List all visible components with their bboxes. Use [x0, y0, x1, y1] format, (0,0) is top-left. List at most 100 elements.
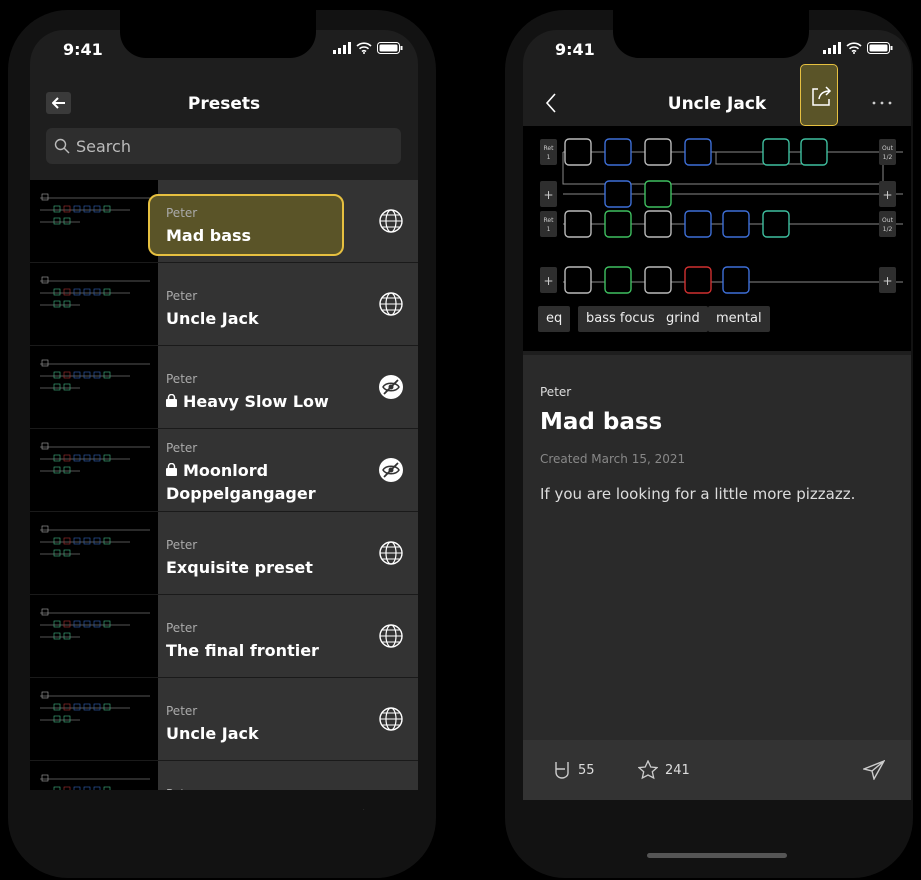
wifi-icon	[356, 42, 372, 54]
preset-info: Peter Uncle Jack	[158, 263, 418, 345]
block-wave	[762, 210, 790, 238]
detail-screen: Uncle Jack Ret 1 Out 1/2 + + Ret 1 Out 1/2 + + eq b…	[523, 30, 911, 810]
preset-detail: Peter Mad bass Created March 15, 2021 If…	[523, 355, 911, 740]
plus-label: +	[882, 188, 892, 202]
page-title: Uncle Jack	[667, 94, 767, 114]
block-target	[722, 210, 750, 238]
ret-number: 1	[547, 226, 551, 233]
preset-name: Uncle Jack	[166, 722, 366, 745]
preset-info: Peter Uncle Jack	[158, 678, 418, 760]
block-sliders	[604, 180, 632, 208]
status-time: 9:41	[63, 40, 103, 59]
block-eq	[564, 210, 592, 238]
profile-icon[interactable]	[80, 808, 112, 810]
out-box	[879, 211, 896, 237]
preset-name: Moonlord Doppelgangager	[166, 459, 366, 505]
globe-icon[interactable]	[378, 623, 404, 649]
plus-label: +	[882, 274, 892, 288]
search-input[interactable]	[76, 136, 376, 156]
globe-icon[interactable]	[378, 208, 404, 234]
preset-row[interactable]: Peter Heavy Slow Low	[30, 346, 418, 429]
home-indicator	[647, 853, 787, 858]
globe-icon[interactable]	[378, 540, 404, 566]
signal-icon	[823, 42, 841, 54]
battery-icon	[867, 42, 893, 54]
send-icon[interactable]	[863, 760, 885, 780]
globe-icon[interactable]	[378, 291, 404, 317]
block-window	[684, 266, 712, 294]
preset-name: Heavy Slow Low	[166, 390, 366, 413]
hidden-icon[interactable]	[378, 374, 404, 400]
preset-thumbnail	[30, 595, 158, 677]
preset-author: Peter	[166, 441, 198, 455]
author: Peter	[540, 385, 572, 399]
search-icon[interactable]	[215, 808, 247, 810]
preset-author: Peter	[166, 206, 198, 220]
chain-thumbnail-graphic	[40, 691, 150, 723]
preset-row[interactable]: Peter Exquisite preset	[30, 512, 418, 595]
block-comp	[644, 266, 672, 294]
preset-author: Peter	[166, 289, 198, 303]
preset-row[interactable]: Peter Moonlord Doppelgangager	[30, 429, 418, 512]
lightning-icon[interactable]	[345, 808, 377, 810]
preset-thumbnail	[30, 263, 158, 345]
notch	[120, 10, 316, 58]
tag-chip[interactable]: mental	[708, 306, 770, 332]
share-icon[interactable]	[809, 84, 833, 108]
block-wave	[800, 138, 828, 166]
search-bar[interactable]	[46, 128, 401, 164]
preset-thumbnail	[30, 678, 158, 760]
block-wave	[762, 138, 790, 166]
created-date: Created March 15, 2021	[540, 452, 686, 466]
preset-thumbnail	[30, 429, 158, 511]
ret-box	[540, 211, 557, 237]
more-icon[interactable]	[871, 100, 893, 106]
tag-chip[interactable]: bass focus	[578, 306, 663, 332]
star-icon	[638, 760, 658, 780]
page-title: Presets	[187, 94, 261, 114]
out-number: 1/2	[883, 154, 893, 161]
block-eq	[564, 266, 592, 294]
preset-name: Mad bass	[166, 224, 366, 247]
wifi-icon	[846, 42, 862, 54]
globe-icon[interactable]	[378, 706, 404, 732]
preset-name-text: Moonlord Doppelgangager	[166, 461, 316, 503]
preset-name: Exquisite preset	[166, 556, 366, 579]
chain-thumbnail-graphic	[40, 442, 150, 474]
block-sliders	[604, 138, 632, 166]
chain-thumbnail-graphic	[40, 276, 150, 308]
block-comp	[644, 138, 672, 166]
preset-name: Uncle Jack	[166, 307, 366, 330]
preset-row[interactable]: Peter Mad bass	[30, 180, 418, 263]
preset-row[interactable]: Peter The final frontier	[30, 595, 418, 678]
preset-author: Peter	[166, 372, 198, 386]
out-label: Out	[882, 145, 894, 152]
like-count: 55	[578, 762, 595, 778]
preset-info: Peter Exquisite preset	[158, 512, 418, 594]
preset-name-text: Uncle Jack	[166, 309, 259, 328]
preset-name-text: Exquisite preset	[166, 558, 313, 577]
action-bar: 55 241	[523, 740, 911, 800]
star-button[interactable]: 241	[638, 760, 690, 780]
preset-info: Peter Mad bass	[148, 180, 418, 262]
preset-row[interactable]: Peter Uncle Jack	[30, 678, 418, 761]
preset-author: Peter	[166, 538, 198, 552]
block-sliders	[684, 210, 712, 238]
chain-thumbnail-graphic	[40, 359, 150, 391]
hidden-icon[interactable]	[378, 457, 404, 483]
chain-thumbnail-graphic	[40, 608, 150, 640]
ret-box	[540, 139, 557, 165]
signal-icon	[333, 42, 351, 54]
like-button[interactable]: 55	[553, 760, 595, 780]
block-target	[684, 138, 712, 166]
plus-label: +	[543, 274, 553, 288]
out-label: Out	[882, 217, 894, 224]
notch	[613, 10, 809, 58]
search-icon	[54, 138, 70, 154]
preset-row[interactable]: Peter Uncle Jack	[30, 263, 418, 346]
preset-name-text: The final frontier	[166, 641, 319, 660]
tag-chip[interactable]: eq	[538, 306, 571, 332]
tag-chip[interactable]: grind	[658, 306, 708, 332]
lock-icon	[166, 462, 177, 476]
nav-bar: Uncle Jack	[523, 64, 911, 126]
